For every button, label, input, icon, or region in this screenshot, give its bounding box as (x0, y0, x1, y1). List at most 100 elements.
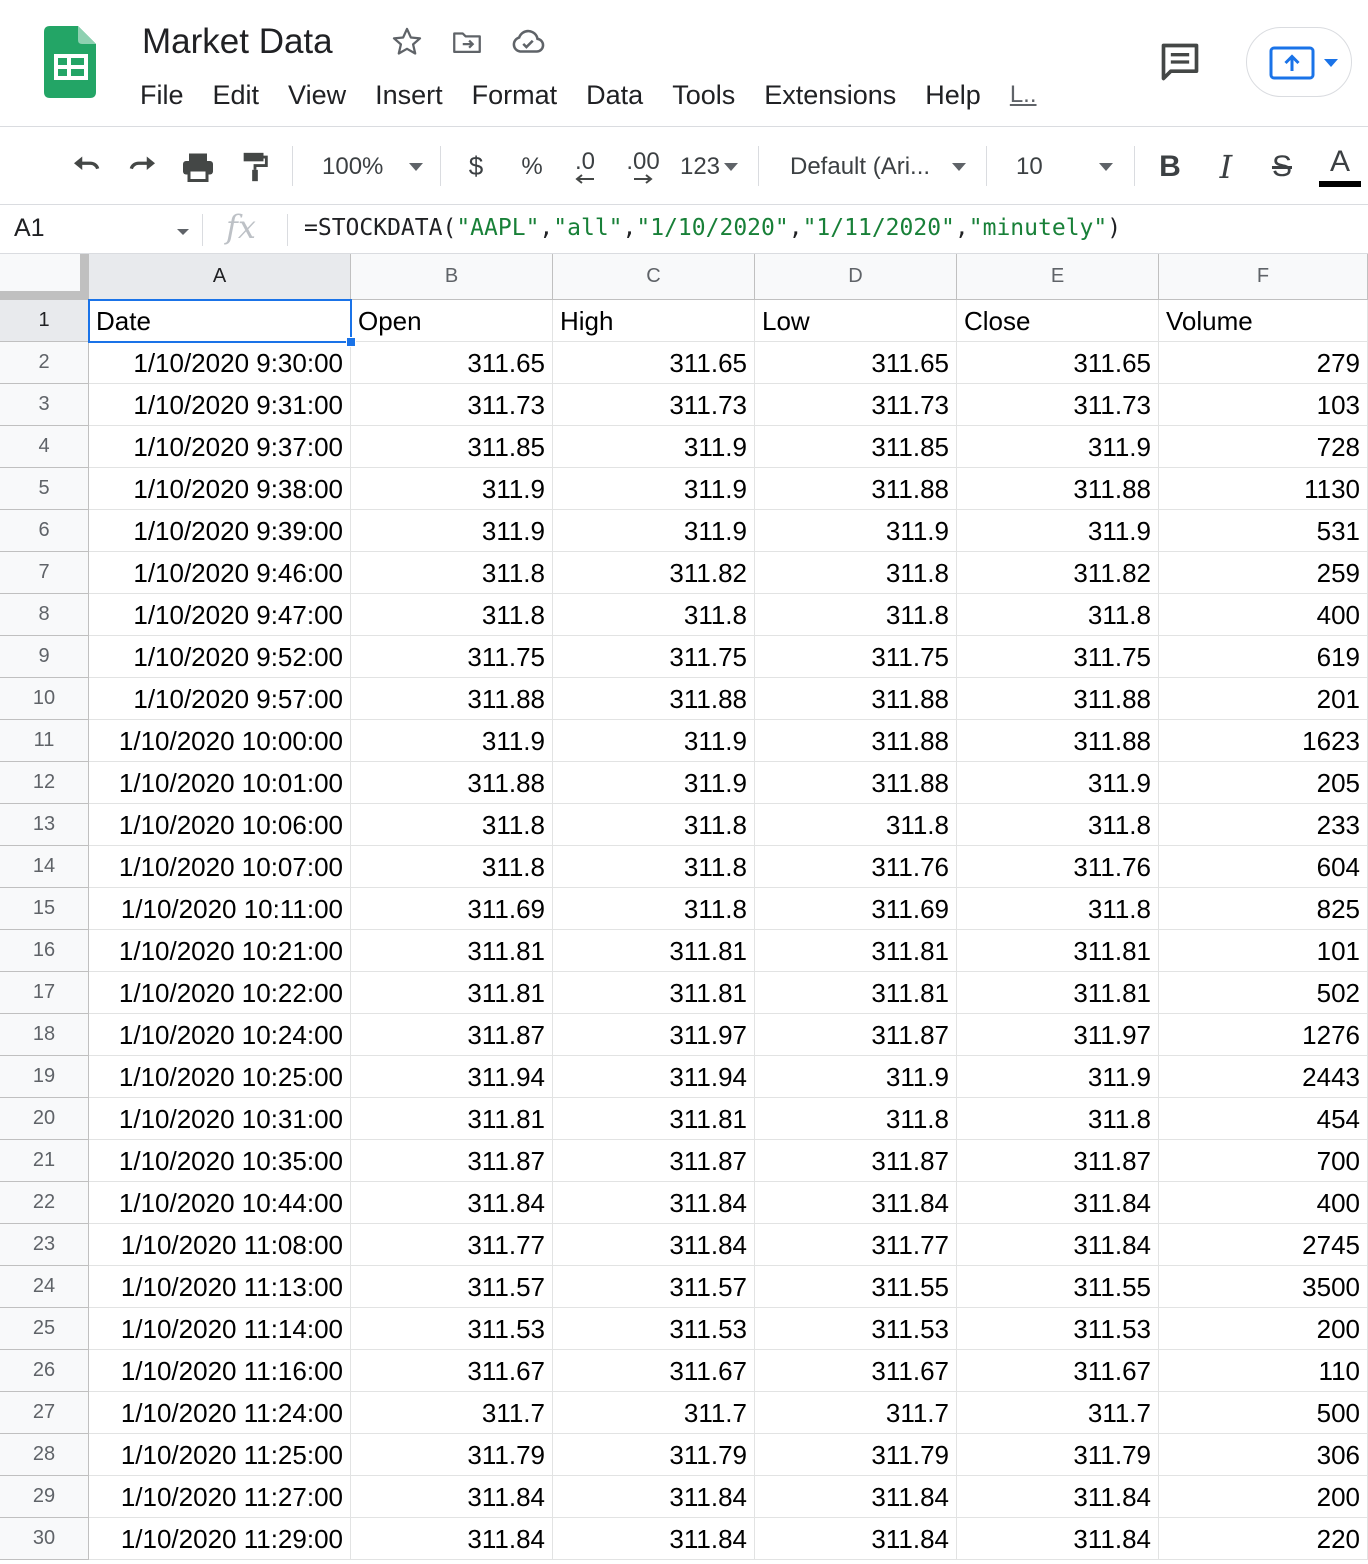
table-cell[interactable]: 311.88 (957, 720, 1159, 762)
last-edit-link[interactable]: L.. (1010, 76, 1037, 116)
row-header[interactable]: 22 (0, 1182, 89, 1224)
table-cell[interactable]: 311.94 (553, 1056, 755, 1098)
table-cell[interactable]: 400 (1159, 594, 1368, 636)
table-cell[interactable]: 311.94 (351, 1056, 553, 1098)
table-cell[interactable]: 311.73 (351, 384, 553, 426)
table-cell[interactable]: 311.75 (553, 636, 755, 678)
table-cell[interactable]: 311.88 (553, 678, 755, 720)
table-cell[interactable]: 311.84 (553, 1182, 755, 1224)
table-cell[interactable]: 311.84 (957, 1518, 1159, 1560)
row-header[interactable]: 13 (0, 804, 89, 846)
table-cell[interactable]: 1/10/2020 10:00:00 (89, 720, 351, 762)
table-cell[interactable]: 1/10/2020 9:39:00 (89, 510, 351, 552)
row-header[interactable]: 25 (0, 1308, 89, 1350)
bold-button[interactable]: B (1150, 128, 1190, 205)
table-cell[interactable]: 311.87 (755, 1014, 957, 1056)
row-header[interactable]: 9 (0, 636, 89, 678)
table-cell[interactable]: 311.65 (755, 342, 957, 384)
table-cell[interactable]: 1/10/2020 10:31:00 (89, 1098, 351, 1140)
table-cell[interactable]: 1/10/2020 11:29:00 (89, 1518, 351, 1560)
row-header[interactable]: 21 (0, 1140, 89, 1182)
table-cell[interactable]: 1/10/2020 9:37:00 (89, 426, 351, 468)
more-formats-button[interactable]: 123 (676, 128, 742, 205)
row-header[interactable]: 29 (0, 1476, 89, 1518)
table-cell[interactable]: 1276 (1159, 1014, 1368, 1056)
row-header[interactable]: 4 (0, 426, 89, 468)
table-cell[interactable]: 101 (1159, 930, 1368, 972)
table-cell[interactable]: 1/10/2020 11:14:00 (89, 1308, 351, 1350)
table-cell[interactable]: 311.8 (351, 846, 553, 888)
table-cell[interactable]: 311.65 (957, 342, 1159, 384)
table-cell[interactable]: 311.87 (553, 1140, 755, 1182)
table-cell[interactable]: 2443 (1159, 1056, 1368, 1098)
table-cell[interactable]: 311.65 (351, 342, 553, 384)
table-cell[interactable]: 1/10/2020 10:11:00 (89, 888, 351, 930)
table-cell[interactable]: 311.79 (755, 1434, 957, 1476)
zoom-select[interactable]: 100% (310, 128, 430, 205)
table-cell[interactable]: 1/10/2020 10:07:00 (89, 846, 351, 888)
share-button[interactable] (1246, 27, 1352, 97)
table-cell[interactable]: 279 (1159, 342, 1368, 384)
row-header[interactable]: 20 (0, 1098, 89, 1140)
table-cell[interactable]: 311.84 (351, 1476, 553, 1518)
undo-icon[interactable] (64, 128, 108, 205)
table-cell[interactable]: 728 (1159, 426, 1368, 468)
row-header[interactable]: 15 (0, 888, 89, 930)
table-cell[interactable]: 311.81 (351, 930, 553, 972)
table-cell[interactable]: 311.81 (553, 930, 755, 972)
table-cell[interactable]: 311.84 (755, 1518, 957, 1560)
row-header[interactable]: 14 (0, 846, 89, 888)
row-header[interactable]: 12 (0, 762, 89, 804)
table-cell[interactable]: 311.84 (755, 1182, 957, 1224)
table-cell[interactable]: 311.81 (957, 930, 1159, 972)
table-cell[interactable]: 200 (1159, 1308, 1368, 1350)
table-cell[interactable]: 311.53 (957, 1308, 1159, 1350)
row-header[interactable]: 10 (0, 678, 89, 720)
table-cell[interactable]: 311.9 (755, 1056, 957, 1098)
table-cell[interactable]: 311.81 (755, 972, 957, 1014)
table-cell[interactable]: 825 (1159, 888, 1368, 930)
table-cell[interactable]: 311.84 (351, 1182, 553, 1224)
table-cell[interactable]: 311.75 (351, 636, 553, 678)
sheets-logo-icon[interactable] (44, 26, 96, 98)
formula-input[interactable]: =STOCKDATA("AAPL","all","1/10/2020","1/1… (304, 215, 1121, 241)
table-cell[interactable]: 311.84 (957, 1224, 1159, 1266)
paint-format-icon[interactable] (233, 128, 277, 205)
table-cell[interactable]: 1/10/2020 9:31:00 (89, 384, 351, 426)
table-cell[interactable]: 502 (1159, 972, 1368, 1014)
header-cell[interactable]: Close (957, 300, 1159, 342)
currency-format-button[interactable]: $ (456, 128, 496, 205)
table-cell[interactable]: 1/10/2020 11:13:00 (89, 1266, 351, 1308)
header-cell[interactable]: Low (755, 300, 957, 342)
table-cell[interactable]: 311.7 (351, 1392, 553, 1434)
table-cell[interactable]: 311.81 (351, 972, 553, 1014)
table-cell[interactable]: 311.73 (755, 384, 957, 426)
header-cell[interactable]: High (553, 300, 755, 342)
table-cell[interactable]: 311.84 (957, 1476, 1159, 1518)
table-cell[interactable]: 311.76 (957, 846, 1159, 888)
table-cell[interactable]: 1/10/2020 10:35:00 (89, 1140, 351, 1182)
table-cell[interactable]: 311.9 (553, 468, 755, 510)
row-header[interactable]: 1 (0, 300, 89, 342)
table-cell[interactable]: 3500 (1159, 1266, 1368, 1308)
table-cell[interactable]: 500 (1159, 1392, 1368, 1434)
table-cell[interactable]: 311.9 (553, 720, 755, 762)
table-cell[interactable]: 311.87 (755, 1140, 957, 1182)
table-cell[interactable]: 1/10/2020 9:38:00 (89, 468, 351, 510)
column-header-f[interactable]: F (1159, 254, 1368, 300)
table-cell[interactable]: 2745 (1159, 1224, 1368, 1266)
row-header[interactable]: 2 (0, 342, 89, 384)
table-cell[interactable]: 311.53 (351, 1308, 553, 1350)
table-cell[interactable]: 220 (1159, 1518, 1368, 1560)
table-cell[interactable]: 604 (1159, 846, 1368, 888)
cloud-saved-icon[interactable] (508, 22, 548, 62)
column-header-c[interactable]: C (553, 254, 755, 300)
table-cell[interactable]: 311.8 (755, 594, 957, 636)
table-cell[interactable]: 311.88 (957, 678, 1159, 720)
menu-help[interactable]: Help (925, 76, 981, 116)
table-cell[interactable]: 1/10/2020 10:06:00 (89, 804, 351, 846)
menu-format[interactable]: Format (472, 76, 558, 116)
table-cell[interactable]: 311.75 (957, 636, 1159, 678)
table-cell[interactable]: 1/10/2020 11:08:00 (89, 1224, 351, 1266)
header-cell[interactable]: Open (351, 300, 553, 342)
